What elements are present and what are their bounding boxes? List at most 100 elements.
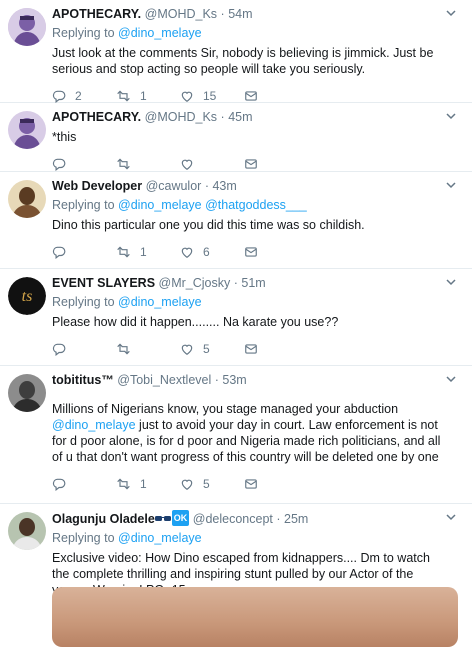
tweet-item[interactable]: APOTHECARY. @MOHD_Ks · 54m Replying to @… xyxy=(0,0,472,103)
avatar-image xyxy=(8,8,46,46)
like-button[interactable] xyxy=(180,157,244,171)
author-name[interactable]: Olagunju Oladele xyxy=(52,512,155,526)
author-name[interactable]: Web Developer xyxy=(52,179,142,193)
retweet-count: 1 xyxy=(140,245,147,259)
message-button[interactable] xyxy=(244,477,308,491)
timestamp[interactable]: 25m xyxy=(284,512,308,526)
mention-link[interactable]: @dino_melaye xyxy=(118,531,202,545)
separator-dot: · xyxy=(276,512,281,526)
message-button[interactable] xyxy=(244,245,308,259)
avatar[interactable] xyxy=(8,512,46,550)
mention-link[interactable]: @dino_melaye xyxy=(118,198,202,212)
separator-dot: · xyxy=(204,179,209,193)
avatar-image: ts xyxy=(8,277,46,315)
like-count: 15 xyxy=(203,89,217,103)
message-button[interactable] xyxy=(244,342,308,356)
mention-link[interactable]: @dino_melaye xyxy=(118,295,202,309)
retweet-count: 1 xyxy=(140,89,147,103)
like-button[interactable]: 5 xyxy=(180,477,244,491)
author-handle[interactable]: @Tobi_Nextlevel xyxy=(117,373,211,387)
like-button[interactable]: 5 xyxy=(180,342,244,356)
retweet-icon xyxy=(116,245,131,259)
author-handle[interactable]: @deleconcept xyxy=(193,512,273,526)
tweet-text: *this xyxy=(52,130,77,144)
tweet-media-video[interactable] xyxy=(52,587,458,647)
timestamp[interactable]: 45m xyxy=(228,110,252,124)
like-button[interactable]: 15 xyxy=(180,89,244,103)
tweet-text: Millions of Nigerians know, you stage ma… xyxy=(52,401,444,465)
tweet-header: Olagunju Oladele OK @deleconcept · 25m xyxy=(52,510,444,527)
retweet-icon xyxy=(116,89,131,103)
tweet-header: EVENT SLAYERS @Mr_Cjosky · 51m xyxy=(52,275,444,291)
ok-badge-icon: OK xyxy=(171,510,190,526)
chevron-down-icon[interactable] xyxy=(446,111,456,121)
reply-icon xyxy=(52,245,66,259)
avatar[interactable] xyxy=(8,111,46,149)
reply-button[interactable]: 2 xyxy=(52,89,116,103)
tweet-item[interactable]: APOTHECARY. @MOHD_Ks · 45m *this xyxy=(0,103,472,172)
chevron-down-icon[interactable] xyxy=(446,512,456,522)
like-icon xyxy=(180,342,194,356)
separator-dot: · xyxy=(233,276,238,290)
author-handle[interactable]: @cawulor xyxy=(146,179,202,193)
author-handle[interactable]: @Mr_Cjosky xyxy=(159,276,231,290)
retweet-button[interactable] xyxy=(116,342,180,356)
retweet-icon xyxy=(116,342,131,356)
author-name[interactable]: tobititus™ xyxy=(52,373,114,387)
mention-link[interactable]: @thatgoddess___ xyxy=(205,198,307,212)
separator-dot: · xyxy=(220,7,225,21)
avatar[interactable] xyxy=(8,8,46,46)
message-icon xyxy=(244,157,258,171)
retweet-button[interactable]: 1 xyxy=(116,477,180,491)
reply-icon xyxy=(52,342,66,356)
retweet-button[interactable]: 1 xyxy=(116,245,180,259)
reply-button[interactable] xyxy=(52,477,116,491)
tweet-header: APOTHECARY. @MOHD_Ks · 45m xyxy=(52,109,444,125)
reply-button[interactable] xyxy=(52,342,116,356)
message-button[interactable] xyxy=(244,157,308,171)
tweet-item[interactable]: tobititus™ @Tobi_Nextlevel · 53m Million… xyxy=(0,366,472,504)
sunglasses-icon xyxy=(154,516,171,521)
reply-icon xyxy=(52,89,66,103)
author-name[interactable]: EVENT SLAYERS xyxy=(52,276,155,290)
author-handle[interactable]: @MOHD_Ks xyxy=(145,110,217,124)
avatar-image xyxy=(8,180,46,218)
chevron-down-icon[interactable] xyxy=(446,277,456,287)
like-icon xyxy=(180,89,194,103)
chevron-down-icon[interactable] xyxy=(446,8,456,18)
reply-button[interactable] xyxy=(52,245,116,259)
avatar[interactable] xyxy=(8,374,46,412)
retweet-button[interactable] xyxy=(116,157,180,171)
timestamp[interactable]: 51m xyxy=(241,276,265,290)
chevron-down-icon[interactable] xyxy=(446,374,456,384)
tweet-header: tobititus™ @Tobi_Nextlevel · 53m xyxy=(52,372,444,388)
replying-prefix: Replying to xyxy=(52,198,115,212)
like-icon xyxy=(180,157,194,171)
author-handle[interactable]: @MOHD_Ks xyxy=(145,7,217,21)
timestamp[interactable]: 43m xyxy=(212,179,236,193)
replying-prefix: Replying to xyxy=(52,531,115,545)
tweet-item[interactable]: Web Developer @cawulor · 43m Replying to… xyxy=(0,172,472,269)
retweet-button[interactable]: 1 xyxy=(116,89,180,103)
replying-prefix: Replying to xyxy=(52,26,115,40)
timestamp[interactable]: 53m xyxy=(222,373,246,387)
author-name[interactable]: APOTHECARY. xyxy=(52,110,141,124)
like-button[interactable]: 6 xyxy=(180,245,244,259)
message-button[interactable] xyxy=(244,89,308,103)
avatar[interactable]: ts xyxy=(8,277,46,315)
mention-link[interactable]: @dino_melaye xyxy=(118,26,202,40)
author-name[interactable]: APOTHECARY. xyxy=(52,7,141,21)
timestamp[interactable]: 54m xyxy=(228,7,252,21)
avatar[interactable] xyxy=(8,180,46,218)
like-count: 5 xyxy=(203,477,210,491)
tweet-actions: 5 xyxy=(52,334,444,364)
reply-icon xyxy=(52,477,66,491)
tweet-item[interactable]: ts EVENT SLAYERS @Mr_Cjosky · 51m Replyi… xyxy=(0,269,472,366)
tweet-text: Dino this particular one you did this ti… xyxy=(52,218,365,232)
tweet-text: Just look at the comments Sir, nobody is… xyxy=(52,46,434,76)
like-icon xyxy=(180,477,194,491)
like-count: 6 xyxy=(203,245,210,259)
chevron-down-icon[interactable] xyxy=(446,180,456,190)
reply-button[interactable] xyxy=(52,157,116,171)
mention-link[interactable]: @dino_melaye xyxy=(52,418,136,432)
